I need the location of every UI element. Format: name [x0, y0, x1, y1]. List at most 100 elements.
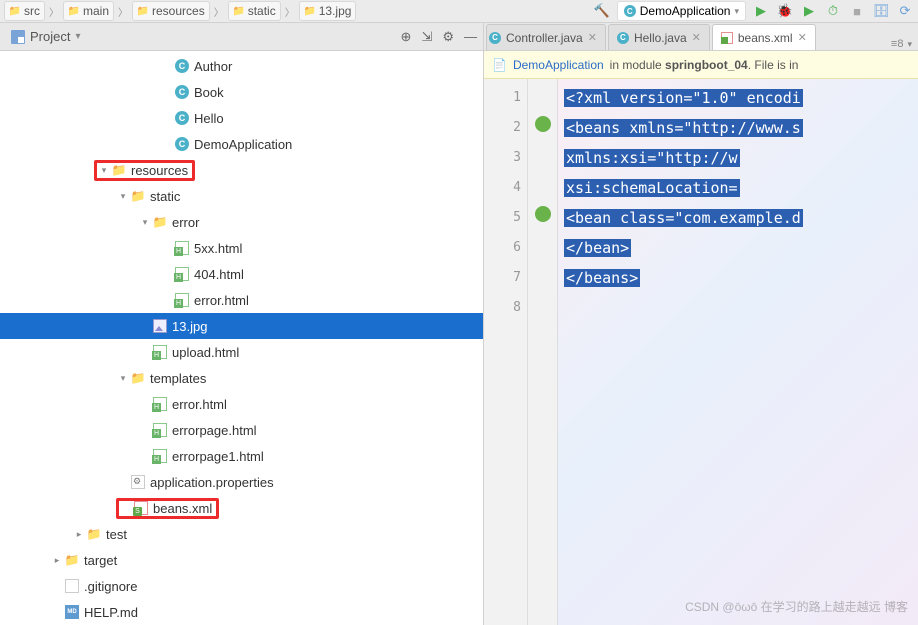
- project-tree[interactable]: CAuthorCBookCHelloCDemoApplication▾📁reso…: [0, 51, 483, 625]
- code-content[interactable]: <?xml version="1.0" encodi<beans xmlns="…: [558, 79, 918, 625]
- file-type-icon: 📄: [492, 58, 507, 72]
- spring-bean-icon[interactable]: [535, 116, 551, 132]
- line-number-gutter: 12345678: [484, 79, 528, 625]
- tree-item-errorpage-html[interactable]: errorpage.html: [0, 417, 483, 443]
- breadcrumb[interactable]: 📁src〉📁main〉📁resources〉📁static〉📁13.jpg: [4, 1, 356, 21]
- tree-item-author[interactable]: CAuthor: [0, 53, 483, 79]
- breadcrumb-item[interactable]: 📁src: [4, 1, 45, 21]
- tree-item-test[interactable]: ▸📁test: [0, 521, 483, 547]
- close-tab-icon[interactable]: ✕: [588, 31, 597, 44]
- tab-label: beans.xml: [738, 31, 793, 45]
- code-line[interactable]: <beans xmlns="http://www.s: [564, 113, 918, 143]
- breadcrumb-item[interactable]: 📁main: [63, 1, 114, 21]
- update-project-icon[interactable]: ⟳: [896, 2, 914, 20]
- spring-bean-icon[interactable]: [535, 206, 551, 222]
- code-line[interactable]: <?xml version="1.0" encodi: [564, 83, 918, 113]
- editor-panel: CController.java✕CHello.java✕beans.xml✕ …: [484, 23, 918, 625]
- gutter-annotation: [528, 113, 557, 143]
- code-line[interactable]: </beans>: [564, 263, 918, 293]
- tree-item-book[interactable]: CBook: [0, 79, 483, 105]
- tree-item-hello[interactable]: CHello: [0, 105, 483, 131]
- tree-item-label: .gitignore: [84, 579, 137, 594]
- tree-item-beans-xml[interactable]: beans.xml: [0, 495, 483, 521]
- class-icon: C: [175, 111, 189, 125]
- profile-icon[interactable]: ⏱: [824, 2, 842, 20]
- line-number: 2: [484, 113, 521, 143]
- top-toolbar-right: 🔨 C DemoApplication ▾ ▶ 🐞 ▶ ⏱ ■ 🗄 ⟳: [593, 1, 914, 21]
- breadcrumb-separator: 〉: [47, 4, 61, 19]
- tabs-overflow-indicator[interactable]: ≡8: [891, 38, 904, 50]
- tree-item-13-jpg[interactable]: 13.jpg: [0, 313, 483, 339]
- tree-item-upload-html[interactable]: upload.html: [0, 339, 483, 365]
- editor-tab-beans-xml[interactable]: beans.xml ✕: [712, 24, 816, 50]
- tree-item-error[interactable]: ▾📁error: [0, 209, 483, 235]
- html-file-icon: [175, 293, 189, 307]
- folder-icon: 📁: [137, 5, 149, 17]
- tree-item-label: resources: [131, 163, 188, 178]
- code-line[interactable]: xsi:schemaLocation=: [564, 173, 918, 203]
- breadcrumb-separator: 〉: [283, 4, 297, 19]
- git-branch-icon[interactable]: 🗄: [872, 2, 890, 20]
- breadcrumb-label: main: [83, 4, 109, 18]
- tree-item-demoapplication[interactable]: CDemoApplication: [0, 131, 483, 157]
- breadcrumb-item[interactable]: 📁static: [228, 1, 281, 21]
- chevron-down-icon: ▾: [75, 31, 85, 42]
- chevron-right-icon[interactable]: ▸: [72, 529, 86, 540]
- code-line[interactable]: [564, 293, 918, 323]
- code-editor[interactable]: 12345678 <?xml version="1.0" encodi<bean…: [484, 79, 918, 625]
- tabs-menu-chevron[interactable]: ▾: [907, 39, 912, 50]
- editor-tab-controller-java[interactable]: CController.java✕: [486, 24, 606, 50]
- tree-item-error-html[interactable]: error.html: [0, 287, 483, 313]
- tree-item-error-html[interactable]: error.html: [0, 391, 483, 417]
- code-line[interactable]: <bean class="com.example.d: [564, 203, 918, 233]
- chevron-down-icon[interactable]: ▾: [116, 373, 130, 384]
- close-tab-icon[interactable]: ✕: [798, 31, 807, 44]
- tree-item-label: error: [172, 215, 199, 230]
- tree-item--gitignore[interactable]: .gitignore: [0, 573, 483, 599]
- tree-item-label: DemoApplication: [194, 137, 292, 152]
- debug-icon[interactable]: 🐞: [776, 2, 794, 20]
- chevron-down-icon[interactable]: ▾: [116, 191, 130, 202]
- tree-item-templates[interactable]: ▾📁templates: [0, 365, 483, 391]
- coverage-run-icon[interactable]: ▶: [800, 2, 818, 20]
- tree-item-errorpage1-html[interactable]: errorpage1.html: [0, 443, 483, 469]
- html-file-icon: [153, 449, 167, 463]
- tree-item-5xx-html[interactable]: 5xx.html: [0, 235, 483, 261]
- tree-item-label: errorpage1.html: [172, 449, 264, 464]
- gutter-annotation: [528, 233, 557, 263]
- tree-item-resources[interactable]: ▾📁resources: [0, 157, 483, 183]
- code-line[interactable]: </bean>: [564, 233, 918, 263]
- tree-item-static[interactable]: ▾📁static: [0, 183, 483, 209]
- breadcrumb-item[interactable]: 📁13.jpg: [299, 1, 357, 21]
- tree-item-target[interactable]: ▸📁target: [0, 547, 483, 573]
- chevron-right-icon[interactable]: ▸: [50, 555, 64, 566]
- run-icon[interactable]: ▶: [752, 2, 770, 20]
- gear-icon[interactable]: ⚙: [442, 29, 454, 45]
- close-tab-icon[interactable]: ✕: [692, 31, 701, 44]
- select-opened-file-icon[interactable]: ⊕: [401, 29, 412, 45]
- chevron-down-icon[interactable]: ▾: [138, 217, 152, 228]
- tree-item-label: 13.jpg: [172, 319, 207, 334]
- breadcrumb-separator: 〉: [212, 4, 226, 19]
- code-line[interactable]: xmlns:xsi="http://w: [564, 143, 918, 173]
- tree-item-label: 404.html: [194, 267, 244, 282]
- line-number: 5: [484, 203, 521, 233]
- run-config-selector[interactable]: C DemoApplication ▾: [617, 1, 746, 21]
- annotation-gutter: [528, 79, 558, 625]
- tree-item-application-properties[interactable]: application.properties: [0, 469, 483, 495]
- hide-panel-icon[interactable]: —: [464, 29, 477, 44]
- breadcrumb-separator: 〉: [116, 4, 130, 19]
- build-project-icon[interactable]: 🔨: [593, 2, 611, 20]
- expand-all-icon[interactable]: ⇲: [421, 29, 432, 45]
- breadcrumb-item[interactable]: 📁resources: [132, 1, 210, 21]
- gitignore-icon: [65, 579, 79, 593]
- tree-item-404-html[interactable]: 404.html: [0, 261, 483, 287]
- chevron-down-icon[interactable]: ▾: [97, 165, 111, 176]
- project-view-selector[interactable]: Project ▾: [6, 27, 90, 46]
- tree-item-help-md[interactable]: MDHELP.md: [0, 599, 483, 625]
- line-number: 1: [484, 83, 521, 113]
- editor-tab-hello-java[interactable]: CHello.java✕: [608, 24, 710, 50]
- stop-icon[interactable]: ■: [848, 2, 866, 20]
- breadcrumb-label: static: [248, 4, 276, 18]
- banner-class-link[interactable]: DemoApplication: [513, 58, 604, 72]
